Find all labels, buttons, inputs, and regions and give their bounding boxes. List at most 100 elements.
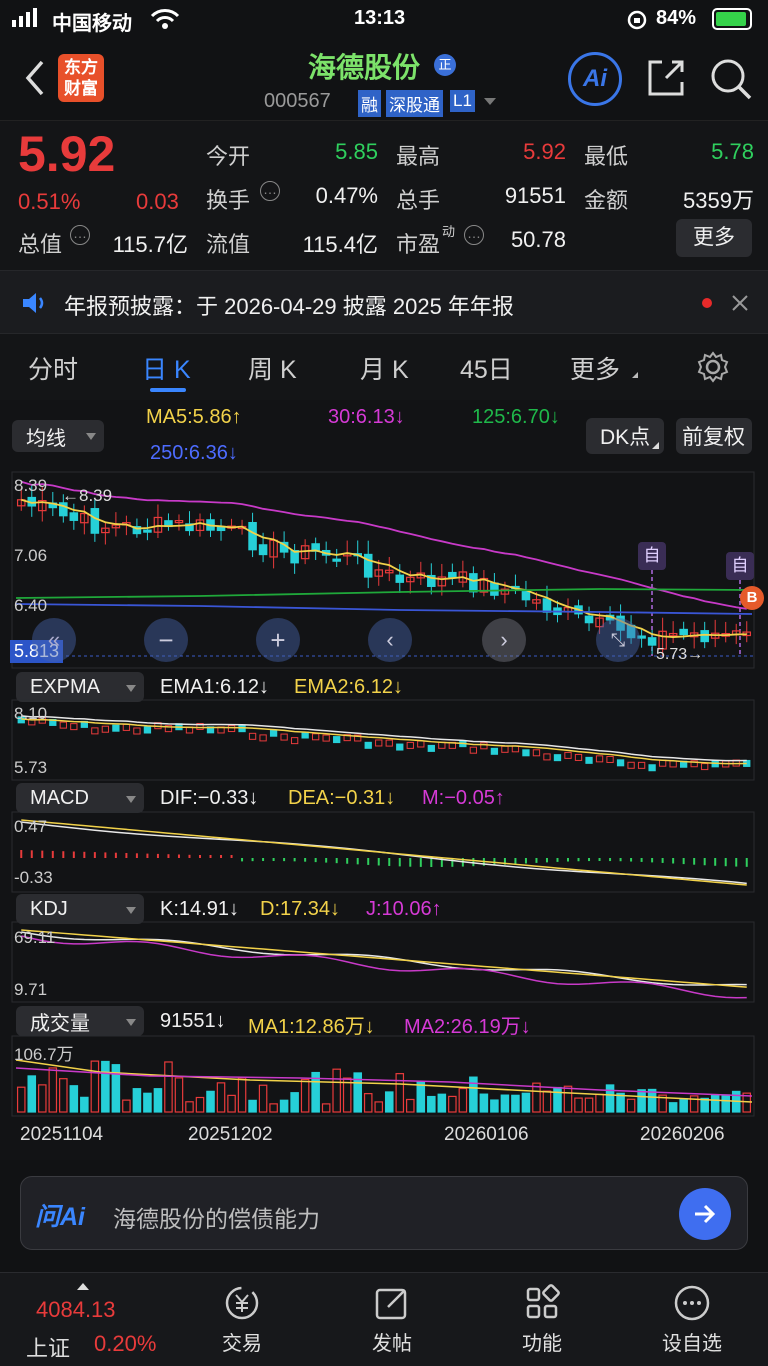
amount-label: 金额 <box>584 188 629 213</box>
volume-bar <box>511 1094 520 1113</box>
low-label: 最低 <box>584 144 629 169</box>
expma-candle <box>59 721 67 729</box>
volume-bar <box>258 1084 268 1113</box>
kline-svg[interactable] <box>0 400 768 1160</box>
quote-panel: 5.92 0.51% 0.03 今开 5.85 最高 5.92 最低 5.78 … <box>0 120 768 270</box>
volume-bar <box>90 1060 100 1113</box>
fullscreen-icon[interactable]: ⤡ <box>596 618 640 662</box>
volume-bar <box>206 1090 215 1113</box>
zoom-in-icon[interactable]: + <box>256 618 300 662</box>
candle-body <box>258 544 268 556</box>
gear-icon[interactable] <box>696 350 730 384</box>
current-price: 5.92 <box>18 126 116 182</box>
app-logo: 东方 财富 <box>58 54 104 102</box>
volume-bar <box>153 1088 163 1113</box>
macd-top-label: 0.47 <box>14 817 48 836</box>
volume-bar <box>553 1086 562 1113</box>
scroll-right-icon[interactable]: › <box>482 618 526 662</box>
scroll-left-icon[interactable]: ‹ <box>368 618 412 662</box>
candle-body <box>332 558 341 562</box>
macd-bottom-label: -0.33 <box>14 868 53 887</box>
search-icon[interactable] <box>708 56 754 102</box>
volume-bar <box>374 1101 384 1113</box>
more-info-icon[interactable]: … <box>464 225 484 245</box>
volume-bar <box>469 1076 478 1113</box>
clock: 13:13 <box>354 7 406 29</box>
close-icon[interactable] <box>730 293 750 313</box>
volume-bar <box>710 1094 720 1113</box>
index-value[interactable]: 4084.13 <box>36 1297 116 1323</box>
expma-candle <box>532 749 541 757</box>
j-line <box>21 935 747 999</box>
expma-candle <box>259 734 267 742</box>
volume-bar <box>227 1094 236 1113</box>
expma-candle <box>333 736 341 744</box>
tab-intraday[interactable]: 分时 <box>28 350 78 386</box>
candle-body <box>490 582 499 596</box>
expma-candle <box>669 760 677 768</box>
self-select-marker[interactable]: 自 <box>638 542 666 570</box>
caret-up-icon[interactable] <box>77 1283 89 1290</box>
d-line <box>21 929 747 988</box>
ask-ai-input[interactable]: 海德股份的偿债能力 <box>113 1200 320 1234</box>
back-icon[interactable] <box>20 58 50 98</box>
trade-icon <box>225 1286 259 1320</box>
more-info-icon[interactable]: … <box>70 225 90 245</box>
volume-bar <box>605 1084 615 1113</box>
main-mid2-label: 6.40 <box>14 596 48 615</box>
expma-candle <box>585 756 593 764</box>
notice-bar[interactable]: 年报预披露：于 2026-04-29 披露 2025 年年报 <box>0 270 768 334</box>
buy-marker[interactable]: B <box>740 586 764 610</box>
nav-trade[interactable]: 交易 <box>182 1283 302 1356</box>
nav-functions-label: 功能 <box>522 1333 562 1355</box>
expma-candle <box>616 759 625 767</box>
bottom-nav: 4084.13 上证 0.20% 交易 发帖 功能 设自选 <box>0 1272 768 1366</box>
more-info-icon[interactable]: … <box>260 181 280 201</box>
expma-candle <box>469 746 478 754</box>
tab-more[interactable]: 更多 <box>570 350 620 386</box>
period-tabs: 分时 日 K 周 K 月 K 45日 更多 <box>0 334 768 400</box>
expma-candle <box>280 733 288 741</box>
nav-functions[interactable]: 功能 <box>482 1283 602 1356</box>
kline-chart-area[interactable]: 均线 MA5:5.86↑ 30:6.13↓ 125:6.70↓ 250:6.36… <box>0 400 768 1160</box>
more-button[interactable]: 更多 <box>676 219 752 257</box>
volume-bar <box>679 1098 688 1113</box>
ai-button[interactable]: Ai <box>568 52 622 106</box>
stock-name[interactable]: 海德股份 <box>308 46 420 86</box>
self-select-marker[interactable]: 自 <box>726 552 754 580</box>
nav-trade-label: 交易 <box>222 1333 262 1355</box>
ask-ai-bar[interactable]: 问Ai 海德股份的偿债能力 <box>20 1176 748 1250</box>
volume-bar <box>595 1093 604 1113</box>
share-icon[interactable] <box>644 56 688 100</box>
candle-body <box>584 615 594 624</box>
speaker-icon <box>23 293 44 313</box>
market-cap-value: 115.7亿 <box>112 232 188 257</box>
chevron-down-icon[interactable] <box>484 98 496 105</box>
market-cap-label: 总值 <box>18 232 63 257</box>
nav-add-watchlist[interactable]: 设自选 <box>632 1283 752 1356</box>
tab-monthly-k[interactable]: 月 K <box>360 350 409 386</box>
scroll-left-far-icon[interactable]: « <box>32 618 76 662</box>
nav-post[interactable]: 发帖 <box>332 1283 452 1356</box>
volume-bar <box>279 1099 289 1113</box>
volume-bar <box>363 1093 373 1113</box>
expma-candle <box>396 743 404 751</box>
change-amount: 0.03 <box>136 189 179 214</box>
grid-icon <box>526 1284 560 1319</box>
date-label: 20251104 <box>20 1124 104 1145</box>
expma-candle <box>564 751 572 759</box>
tab-daily-k[interactable]: 日 K <box>142 350 191 386</box>
expma-candle <box>648 764 656 772</box>
volume-bar <box>237 1077 247 1113</box>
tab-weekly-k[interactable]: 周 K <box>248 350 297 386</box>
send-button[interactable] <box>679 1188 731 1240</box>
wifi-icon <box>150 9 180 29</box>
high-label: 最高 <box>396 144 441 169</box>
zoom-out-icon[interactable]: − <box>144 618 188 662</box>
expma-candle <box>417 740 425 748</box>
expma-candle <box>406 741 414 749</box>
tab-45-day[interactable]: 45日 <box>460 350 513 386</box>
volume-bar <box>300 1078 310 1113</box>
volume-value: 91551 <box>504 183 566 208</box>
tag-level: L1 <box>450 90 475 112</box>
